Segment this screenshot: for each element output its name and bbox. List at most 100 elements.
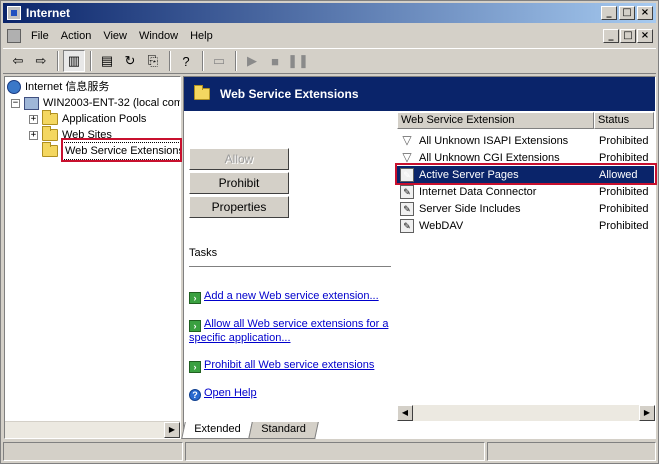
title-bar[interactable]: Internet _ □ × xyxy=(3,3,656,23)
task-add-extension[interactable]: › Add a new Web service extension... xyxy=(189,290,399,304)
tree-server[interactable]: − WIN2003-ENT-32 (local com xyxy=(11,95,181,111)
maximize-button[interactable]: □ xyxy=(619,6,635,20)
list-item[interactable]: ▽ All Unknown ISAPI Extensions Prohibite… xyxy=(397,132,654,149)
scroll-left-icon[interactable]: ◀ xyxy=(397,405,413,421)
list-item[interactable]: ✎ Server Side Includes Prohibited xyxy=(397,200,654,217)
toolbar-separator xyxy=(57,51,59,71)
tab-extended[interactable]: Extended xyxy=(181,422,254,439)
arrow-icon: › xyxy=(189,320,201,332)
tree-item-label: Application Pools xyxy=(62,113,147,125)
extension-status: Prohibited xyxy=(599,185,649,198)
extension-name: WebDAV xyxy=(419,219,464,232)
back-icon[interactable]: ⇦ xyxy=(7,50,29,72)
close-button[interactable]: × xyxy=(637,6,653,20)
expand-icon[interactable]: + xyxy=(29,130,38,140)
task-link[interactable]: Prohibit all Web service extensions xyxy=(204,359,374,371)
prohibit-button[interactable]: Prohibit xyxy=(189,172,289,194)
scroll-right-icon[interactable]: ▶ xyxy=(164,422,180,438)
task-allow-for-application[interactable]: › Allow all Web service extensions for a … xyxy=(189,318,399,345)
toolbar-separator xyxy=(169,51,171,71)
collapse-icon[interactable]: − xyxy=(11,98,20,108)
minimize-button[interactable]: _ xyxy=(601,6,617,20)
extension-name: Active Server Pages xyxy=(419,168,519,181)
filter-icon: ▽ xyxy=(402,149,412,164)
list-item[interactable]: ✎ Internet Data Connector Prohibited xyxy=(397,183,654,200)
folder-icon xyxy=(194,85,210,100)
tree-root[interactable]: Internet 信息服务 xyxy=(7,79,109,95)
task-link[interactable]: Add a new Web service extension... xyxy=(204,290,379,302)
extension-icon: ✎ xyxy=(400,201,414,216)
properties-button[interactable]: Properties xyxy=(189,196,289,218)
refresh-icon[interactable]: ↻ xyxy=(119,50,141,72)
extension-status: Prohibited xyxy=(599,219,649,232)
extension-name: Internet Data Connector xyxy=(419,185,537,198)
console-tree: Internet 信息服务 − WIN2003-ENT-32 (local co… xyxy=(4,76,181,439)
list-item[interactable]: ✎ WebDAV Prohibited xyxy=(397,217,654,234)
iis-app-icon xyxy=(7,6,21,20)
menu-help[interactable]: Help xyxy=(184,27,219,45)
expand-icon[interactable]: + xyxy=(29,114,38,124)
extensions-list: Web Service Extension Status ▽ All Unkno… xyxy=(397,112,654,427)
forward-icon[interactable]: ⇨ xyxy=(30,50,52,72)
folder-icon xyxy=(42,126,58,141)
list-item[interactable]: ▽ All Unknown CGI Extensions Prohibited xyxy=(397,149,654,166)
mdi-restore-button[interactable]: □ xyxy=(620,29,636,43)
details-pane: Web Service Extensions Allow Prohibit Pr… xyxy=(183,76,656,439)
stop-icon[interactable]: ■ xyxy=(264,50,286,72)
column-header-status[interactable]: Status xyxy=(594,112,654,129)
allow-button[interactable]: Allow xyxy=(189,148,289,170)
pane-header-title: Web Service Extensions xyxy=(220,87,359,101)
export-list-icon[interactable]: ⎘ xyxy=(142,50,164,72)
arrow-icon: › xyxy=(189,361,201,373)
show-hide-tree-icon[interactable]: ▥ xyxy=(63,50,85,72)
menu-view[interactable]: View xyxy=(97,27,133,45)
extension-icon: ✎ xyxy=(400,218,414,233)
status-bar xyxy=(3,442,656,461)
list-horizontal-scrollbar[interactable]: ◀ ▶ xyxy=(397,405,655,421)
tree-item-label: Web Service Extensions xyxy=(62,142,180,160)
help-icon[interactable]: ? xyxy=(175,50,197,72)
toolbar-separator xyxy=(235,51,237,71)
toolbar-separator xyxy=(90,51,92,71)
mdi-minimize-button[interactable]: _ xyxy=(603,29,619,43)
task-link[interactable]: Allow all Web service extensions for a s… xyxy=(189,318,388,344)
mdi-close-button[interactable]: × xyxy=(637,29,653,43)
task-link[interactable]: Open Help xyxy=(204,387,257,399)
arrow-icon: › xyxy=(189,292,201,304)
extension-icon: ✎ xyxy=(400,167,414,182)
extension-status: Allowed xyxy=(599,168,638,181)
status-segment xyxy=(487,442,656,461)
tree-server-label: WIN2003-ENT-32 (local com xyxy=(43,97,181,109)
tree-item-web-sites[interactable]: + Web Sites xyxy=(29,126,112,143)
tab-label: Standard xyxy=(261,423,307,435)
extension-status: Prohibited xyxy=(599,151,649,164)
iis-globe-icon xyxy=(7,80,21,94)
status-segment xyxy=(3,442,183,461)
menu-file[interactable]: File xyxy=(25,27,55,45)
window-title: Internet xyxy=(26,6,71,20)
toolbar: ⇦ ⇨ ▥ ▤ ↻ ⎘ ? ▭ ▶ ■ ❚❚ xyxy=(3,48,656,74)
play-icon[interactable]: ▶ xyxy=(241,50,263,72)
tree-item-label: Web Sites xyxy=(62,129,112,141)
extension-status: Prohibited xyxy=(599,202,649,215)
computer-icon[interactable]: ▭ xyxy=(208,50,230,72)
tab-standard[interactable]: Standard xyxy=(248,422,319,439)
column-header-extension[interactable]: Web Service Extension xyxy=(397,112,594,129)
tree-root-label: Internet 信息服务 xyxy=(25,81,110,93)
extension-name: Server Side Includes xyxy=(419,202,521,215)
task-prohibit-all[interactable]: › Prohibit all Web service extensions xyxy=(189,359,399,373)
mdi-child-icon[interactable] xyxy=(7,29,21,43)
properties-icon[interactable]: ▤ xyxy=(96,50,118,72)
scroll-right-icon[interactable]: ▶ xyxy=(639,405,655,421)
extension-status: Prohibited xyxy=(599,134,649,147)
menu-window[interactable]: Window xyxy=(133,27,184,45)
pause-icon[interactable]: ❚❚ xyxy=(287,50,309,72)
tree-horizontal-scrollbar[interactable]: ▶ xyxy=(5,421,180,438)
help-icon: ? xyxy=(189,389,201,401)
task-open-help[interactable]: ? Open Help xyxy=(189,387,399,401)
extension-icon: ✎ xyxy=(400,184,414,199)
tree-item-application-pools[interactable]: + Application Pools xyxy=(29,110,147,127)
list-item-selected[interactable]: ✎ Active Server Pages Allowed xyxy=(397,166,654,183)
menu-action[interactable]: Action xyxy=(55,27,98,45)
tree-item-web-service-extensions[interactable]: Web Service Extensions xyxy=(42,142,180,160)
